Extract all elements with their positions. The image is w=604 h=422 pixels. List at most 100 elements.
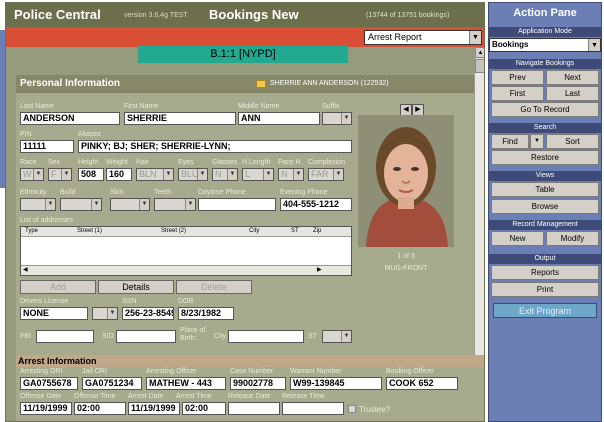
eyes-select[interactable]: BLU ▼: [178, 168, 208, 181]
birth-state-select[interactable]: ▼: [322, 330, 352, 343]
face-h-select[interactable]: N ▼: [278, 168, 304, 181]
table-view-button[interactable]: Table: [491, 182, 599, 197]
daytime-phone-label: Daytime Phone: [198, 189, 246, 196]
reports-button[interactable]: Reports: [491, 265, 599, 280]
restore-button[interactable]: Restore: [491, 150, 599, 165]
sex-select[interactable]: F ▼: [48, 168, 72, 181]
col-zip: Zip: [313, 228, 322, 234]
case-number-field[interactable]: 99002778: [230, 377, 286, 390]
jail-ori-field[interactable]: GA0751234: [82, 377, 142, 390]
ssn-field[interactable]: 256-23-8549: [122, 307, 174, 320]
browse-view-button[interactable]: Browse: [491, 199, 599, 214]
aliases-field[interactable]: PINKY; BJ; SHER; SHERRIE-LYNN;: [78, 140, 352, 153]
sid-label: SID: [102, 333, 114, 340]
offense-date-label: Offense Date: [20, 393, 62, 400]
fbi-field[interactable]: [36, 330, 94, 343]
hair-select[interactable]: BLN ▼: [136, 168, 174, 181]
license-state-select[interactable]: ▼: [92, 307, 118, 320]
find-button[interactable]: Find: [491, 134, 529, 149]
glasses-select[interactable]: N ▼: [212, 168, 238, 181]
col-street1: Street (1): [77, 228, 103, 234]
chevron-down-icon[interactable]: ▼: [588, 39, 600, 51]
h-length-label: H.Length: [242, 159, 271, 166]
modify-record-button[interactable]: Modify: [546, 231, 599, 246]
chevron-down-icon: ▼: [107, 308, 117, 319]
scroll-thumb[interactable]: [475, 59, 484, 73]
release-date-field[interactable]: [228, 402, 280, 415]
action-pane: Action Pane Application Mode Bookings ▼ …: [488, 2, 602, 422]
address-horizontal-scrollbar[interactable]: ◀ ▶: [21, 265, 351, 275]
ethnicity-select[interactable]: ▼: [20, 198, 56, 211]
weight-field[interactable]: 160: [106, 168, 132, 181]
complexion-label: Complexion: [308, 159, 345, 166]
new-record-button[interactable]: New: [491, 231, 544, 246]
suffix-select[interactable]: ▼: [322, 112, 352, 125]
face-h-label: Face H.: [278, 159, 303, 166]
build-select[interactable]: ▼: [60, 198, 102, 211]
delete-address-button[interactable]: Delete: [176, 280, 252, 294]
print-button[interactable]: Print: [491, 282, 599, 297]
release-time-field[interactable]: [282, 402, 344, 415]
arrest-time-field[interactable]: 02:00: [182, 402, 226, 415]
first-name-field[interactable]: SHERRIE: [124, 112, 236, 125]
dob-field[interactable]: 8/23/1982: [178, 307, 234, 320]
arrest-date-label: Arrest Date: [128, 393, 164, 400]
h-length-select[interactable]: L ▼: [242, 168, 274, 181]
find-options-dropdown[interactable]: ▼: [530, 134, 544, 149]
arresting-officer-field[interactable]: MATHEW - 443: [146, 377, 226, 390]
skin-label: Skin: [110, 189, 124, 196]
trustee-checkbox[interactable]: [348, 405, 356, 413]
sex-label: Sex: [48, 159, 61, 166]
address-details-button[interactable]: Details: [98, 280, 174, 294]
arrest-section-header: Arrest Information: [16, 355, 484, 367]
evening-phone-field[interactable]: 404-555-1212: [280, 198, 352, 211]
offense-time-field[interactable]: 02:00: [74, 402, 126, 415]
exit-program-button[interactable]: Exit Program: [493, 303, 597, 318]
complexion-select[interactable]: FAR ▼: [308, 168, 344, 181]
address-list[interactable]: Type Street (1) Street (2) City ST Zip ◀…: [20, 226, 352, 276]
daytime-phone-field[interactable]: [198, 198, 276, 211]
chevron-down-icon: ▼: [61, 169, 71, 180]
middle-name-field[interactable]: ANN: [238, 112, 320, 125]
report-select[interactable]: Arrest Report ▼: [364, 30, 482, 45]
teeth-select[interactable]: ▼: [154, 198, 196, 211]
booking-officer-field[interactable]: COOK 652: [386, 377, 458, 390]
mugshot-photo[interactable]: [358, 115, 454, 247]
vertical-scrollbar[interactable]: ▲: [474, 47, 484, 363]
application-mode-select[interactable]: Bookings ▼: [489, 38, 601, 52]
drivers-license-field[interactable]: NONE: [20, 307, 88, 320]
last-button[interactable]: Last: [546, 86, 599, 101]
chevron-down-icon[interactable]: ▼: [469, 31, 481, 44]
offense-date-field[interactable]: 11/19/1999: [20, 402, 72, 415]
warrant-number-field[interactable]: W99-139845: [290, 377, 382, 390]
height-field[interactable]: 508: [78, 168, 104, 181]
output-header: Output: [489, 254, 601, 264]
add-address-button[interactable]: Add: [20, 280, 96, 294]
pin-field[interactable]: 11111: [20, 140, 74, 153]
build-label: Build: [60, 189, 76, 196]
arrest-section-title: Arrest Information: [18, 356, 97, 366]
sort-button[interactable]: Sort: [546, 134, 599, 149]
arresting-ori-field[interactable]: GA0755678: [20, 377, 78, 390]
h-length-value: L: [245, 169, 251, 179]
addresses-label: List of addresses: [20, 217, 73, 224]
last-name-label: Last Name: [20, 103, 54, 110]
scroll-left-icon[interactable]: ◀: [23, 266, 28, 273]
scroll-right-icon[interactable]: ▶: [317, 266, 322, 273]
last-name-field[interactable]: ANDERSON: [20, 112, 120, 125]
skin-select[interactable]: ▼: [110, 198, 150, 211]
race-select[interactable]: W ▼: [20, 168, 44, 181]
sid-field[interactable]: [116, 330, 176, 343]
go-to-record-button[interactable]: Go To Record: [491, 102, 599, 117]
arrest-date-field[interactable]: 11/19/1999: [128, 402, 180, 415]
next-button[interactable]: Next: [546, 70, 599, 85]
first-button[interactable]: First: [491, 86, 544, 101]
birth-st-label: ST: [308, 333, 317, 340]
birth-city-field[interactable]: [228, 330, 304, 343]
arresting-ori-label: Arresting ORI: [20, 368, 63, 375]
prev-button[interactable]: Prev: [491, 70, 544, 85]
scroll-up-icon[interactable]: ▲: [475, 47, 484, 58]
record-name: SHERRIE ANN ANDERSON (122532): [270, 80, 389, 87]
app-version: version 3.6.4g TEST: [124, 12, 188, 19]
arrest-information-section: Arrest Information Arresting ORI Jail OR…: [16, 355, 484, 421]
